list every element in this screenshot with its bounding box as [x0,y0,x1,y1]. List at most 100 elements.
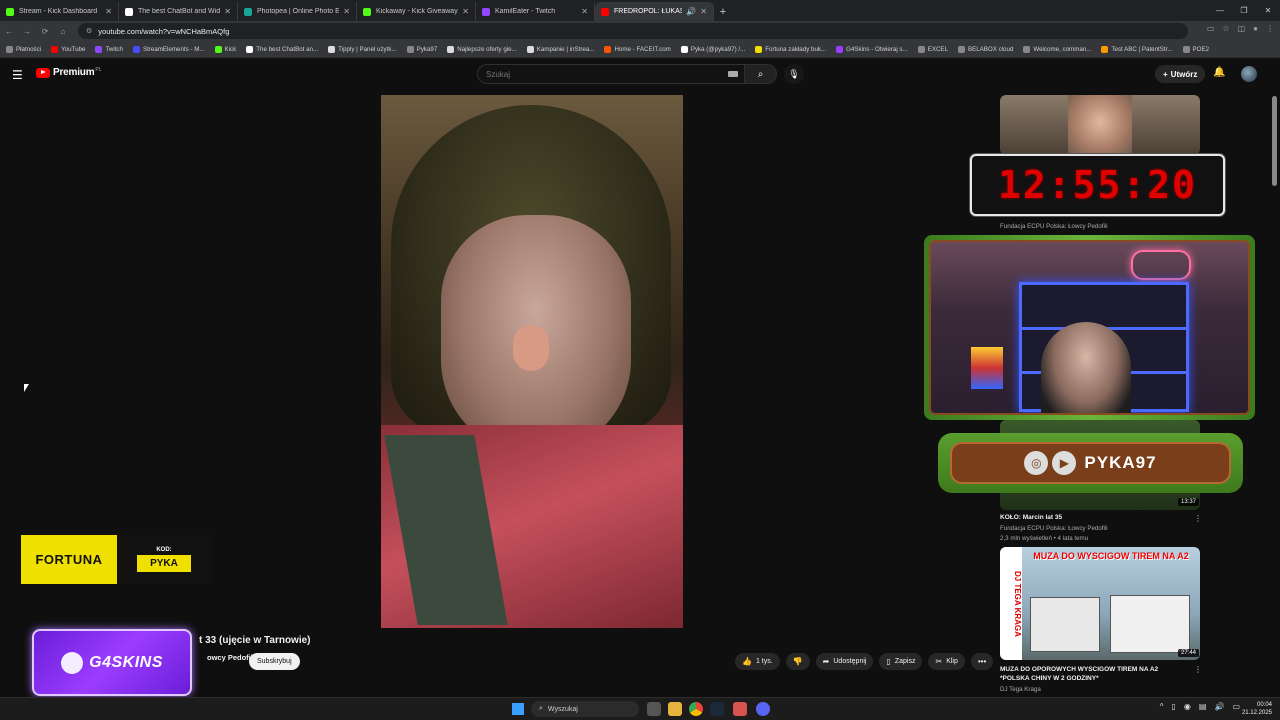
bookmark-favicon-icon [328,45,336,53]
youtube-logo[interactable]: Premium PL [36,67,102,78]
bookmark-item[interactable]: Welcome, comman... [1023,45,1091,53]
tray-app-icon[interactable]: ▯ [1172,702,1176,711]
more-icon[interactable]: ⋮ [1194,514,1202,523]
bookmark-item[interactable]: Test ABC | PatentStr... [1101,45,1173,53]
network-icon[interactable]: ▤ [1199,702,1207,711]
browser-tab[interactable]: Kickaway - Kick Giveaway Tool✕ [357,2,476,21]
close-window-icon[interactable]: ✕ [1256,0,1280,21]
steam-icon[interactable] [710,702,724,716]
taskbar-clock[interactable]: 00:04 21.12.2025 [1242,701,1272,717]
menu-icon[interactable]: ⋮ [1266,24,1274,33]
search-button[interactable]: ⌕ [745,64,777,84]
recommended-title[interactable]: KOŁO: Marcin lat 35 [1000,514,1062,521]
bookmark-star-icon[interactable]: ☆ [1222,24,1229,33]
close-icon[interactable]: ✕ [224,7,231,16]
file-explorer-icon[interactable] [668,702,682,716]
browser-tab[interactable]: Stream - Kick Dashboard ✕ [0,2,119,21]
minimize-icon[interactable]: — [1208,0,1232,21]
bookmark-item[interactable]: EXCEL [917,45,948,53]
chrome-icon[interactable] [689,702,703,716]
bookmark-item[interactable]: Kick [214,45,236,53]
bookmark-item[interactable]: Płatności [6,45,42,53]
notifications-bell-icon[interactable]: 🔔 [1213,67,1225,78]
recommended-title[interactable]: MUZA DO OPOROWYCH WYSCIGOW TIREM NA A2 *… [1000,665,1180,683]
like-button[interactable]: 👍 1 tys. [735,653,780,670]
recommended-thumbnail[interactable]: DJ TEGA KRAGA MUZA DO WYSCIGOW TIREM NA … [1000,547,1200,660]
bookmark-favicon-icon [604,45,612,53]
recommended-thumbnail[interactable] [1000,95,1200,155]
close-icon[interactable]: ✕ [700,7,707,16]
browser-tab[interactable]: Photopea | Online Photo Editor✕ [238,2,357,21]
bookmark-label: Płatności [16,45,42,53]
bookmark-item[interactable]: Fortuna zakłady buk... [755,45,826,53]
tray-chevron-icon[interactable]: ^ [1160,702,1164,711]
tray-app-icon[interactable]: ◉ [1184,702,1191,711]
taskbar-search[interactable]: ⌕ Wyszukaj [531,701,639,717]
reload-icon[interactable]: ⟳ [36,27,54,36]
bookmark-item[interactable]: POE2 [1182,45,1209,53]
profile-icon[interactable]: ● [1253,24,1258,33]
site-info-icon[interactable]: ⚙ [86,27,92,35]
create-button[interactable]: + Utwórz [1155,65,1206,83]
speaker-icon[interactable]: 🔊 [686,7,696,16]
bookmark-label: BELABOX cloud [967,45,1014,53]
app-icon[interactable] [733,702,747,716]
close-icon[interactable]: ✕ [462,7,469,16]
search-input[interactable] [486,69,716,79]
bookmark-item[interactable]: The best ChatBot an... [246,45,318,53]
bookmark-item[interactable]: Kampanie | inStrea... [526,45,594,53]
bookmark-item[interactable]: Home - FACEIT.com [604,45,671,53]
bookmark-item[interactable]: Tipply | Panel użytk... [328,45,397,53]
keyboard-icon[interactable] [728,71,738,77]
bookmark-item[interactable]: StreamElements - M... [132,45,205,53]
volume-icon[interactable]: 🔊 [1214,702,1224,711]
extensions-icon[interactable]: ◫ [1238,24,1246,33]
youtube-icon: ▶ [1052,451,1077,475]
dislike-button[interactable]: 👎 [785,653,810,670]
hamburger-menu-icon[interactable]: ☰ [12,68,23,82]
close-icon[interactable]: ✕ [581,7,588,16]
browser-tab[interactable]: The best ChatBot and Widgets✕ [119,2,238,21]
back-icon[interactable]: ← [0,27,18,36]
bookmark-item[interactable]: Twitch [95,45,123,53]
video-player[interactable] [381,95,683,628]
more-icon[interactable]: ⋮ [1194,665,1202,674]
recommended-channel[interactable]: Fundacja ECPU Polska: Łowcy Pedofili [1000,525,1108,532]
share-button[interactable]: ➦ Udostępnij [815,653,874,670]
recommended-channel[interactable]: DJ Tega Kraga [1000,686,1041,693]
more-actions-button[interactable]: ••• [970,653,994,670]
bookmark-favicon-icon [51,45,59,53]
bookmark-item[interactable]: YouTube [51,45,85,53]
battery-icon[interactable]: ▭ [1232,702,1240,711]
discord-icon[interactable] [756,702,770,716]
bookmark-item[interactable]: Najlepsze oferty gie... [447,45,517,53]
new-tab-button[interactable]: + [714,2,732,21]
bookmark-item[interactable]: Pyka (@pyka97) /... [680,45,745,53]
save-button[interactable]: ▯ Zapisz [879,653,923,670]
close-icon[interactable]: ✕ [343,7,350,16]
windows-start-icon[interactable] [512,703,524,715]
bookmark-item[interactable]: G4Skins - Otwieraj s... [836,45,908,53]
clip-button[interactable]: ✂ Klip [928,653,965,670]
cast-icon[interactable]: ▭ [1207,24,1215,33]
voice-search-button[interactable]: 🎙 [784,64,804,84]
maximize-icon[interactable]: ❐ [1232,0,1256,21]
bookmark-label: Home - FACEIT.com [614,45,671,53]
task-view-icon[interactable] [647,702,661,716]
bookmark-item[interactable]: Pyka97 [406,45,437,53]
toolbar-right: ▭ ☆ ◫ ● ⋮ [1207,24,1274,33]
bookmark-item[interactable]: BELABOX cloud [957,45,1014,53]
channel-name[interactable]: owcy Pedofili [207,653,255,662]
home-icon[interactable]: ⌂ [54,27,72,36]
browser-tab-active[interactable]: FREDROPOL: ŁUKASZ S. lat🔊✕ [595,2,714,21]
url-field[interactable]: ⚙ youtube.com/watch?v=wNCHaBmAQfg [78,23,1188,39]
forward-icon[interactable]: → [18,27,36,36]
browser-tab[interactable]: KamilEater - Twitch ✕ [476,2,595,21]
close-icon[interactable]: ✕ [105,7,112,16]
account-avatar[interactable] [1241,66,1257,82]
system-tray: ^ ▯ ◉ ▤ 🔊 ▭ [1160,702,1240,711]
page-scrollbar[interactable] [1272,96,1277,186]
subscribe-button[interactable]: Subskrybuj [249,653,300,670]
bookmark-label: StreamElements - M... [142,45,205,53]
recommended-channel[interactable]: Fundacja ECPU Polska: Łowcy Pedofili [1000,223,1108,230]
